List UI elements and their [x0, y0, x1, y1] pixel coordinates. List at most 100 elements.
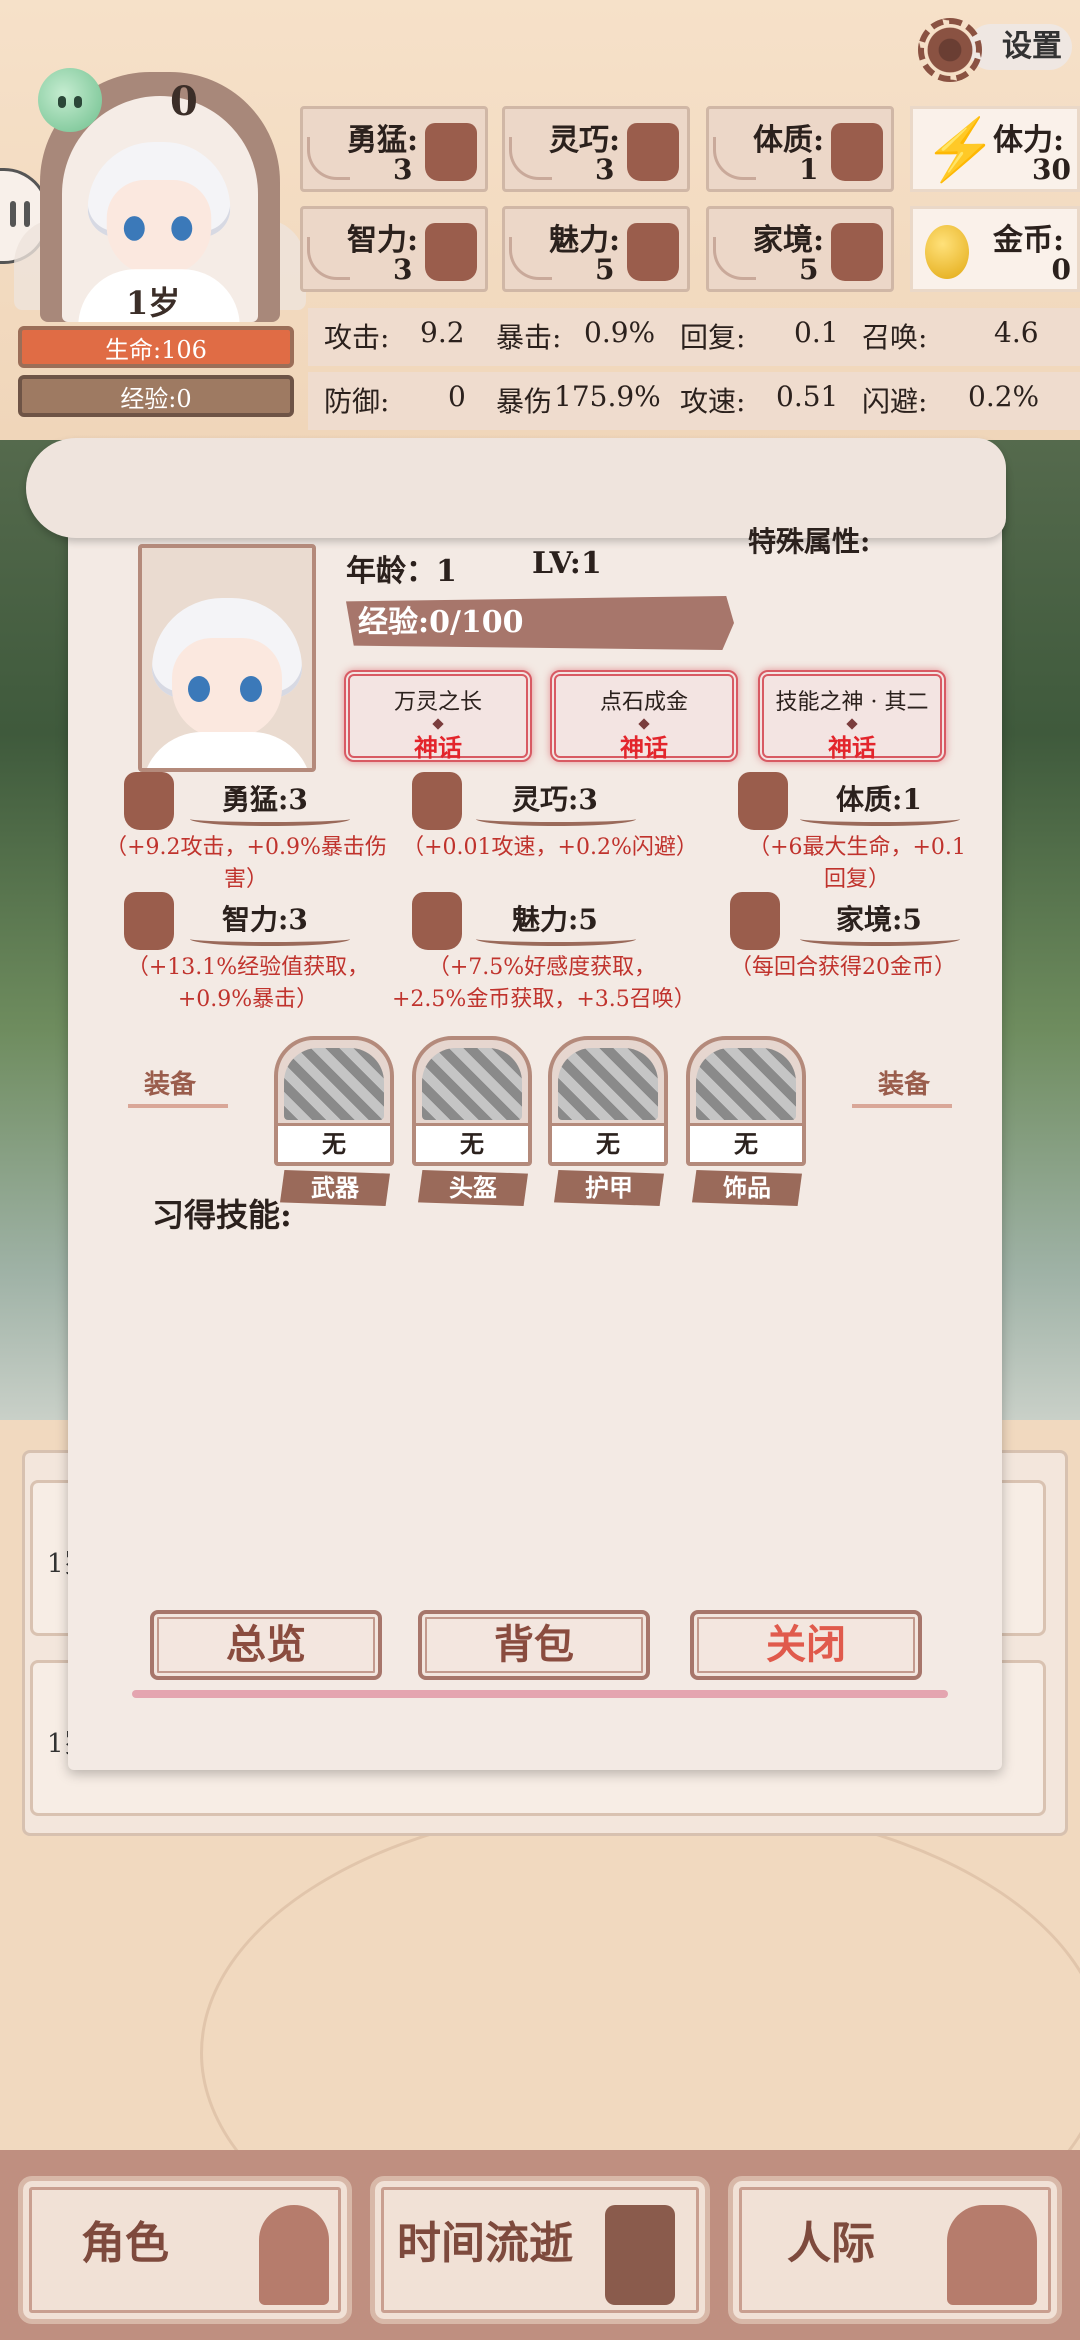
combat-stats-row: 攻击: 9.2 暴击: 0.9% 回复: 0.1 召唤: 4.6 [308, 308, 1080, 366]
talent-card[interactable]: 万灵之长 神话 [344, 670, 532, 762]
stat-value: 1 [799, 153, 819, 186]
flower-icon [627, 223, 679, 281]
attribute-underline [800, 812, 960, 826]
stat-card-constitution[interactable]: 体质: 1 [706, 106, 894, 192]
combat-value: 175.9% [554, 380, 661, 413]
attribute-description: （+9.2攻击，+0.9%暴击伤害） [105, 835, 387, 892]
slot-item: 无 [278, 1123, 390, 1162]
spirit-pet-icon[interactable] [38, 68, 102, 132]
empty-slot-icon [696, 1048, 796, 1120]
attribute-underline [476, 932, 636, 946]
level-number: 0 [170, 78, 198, 125]
combat-value: 0.9% [584, 316, 656, 349]
gear-icon [918, 18, 982, 82]
character-level: LV:1 [532, 546, 602, 581]
nav-time-label: 时间流逝 [397, 2218, 573, 2269]
special-attributes-label: 特殊属性: [748, 525, 871, 558]
pause-bar-icon [24, 201, 30, 227]
coin-stack-icon [831, 223, 883, 281]
stat-value: 5 [595, 253, 615, 286]
stat-value: 3 [393, 253, 413, 286]
combat-value: 9.2 [420, 316, 465, 349]
stamina-card[interactable]: ⚡ 体力: 30 [910, 106, 1080, 192]
combat-label: 召唤: [862, 321, 928, 354]
combat-value: 0.1 [794, 316, 839, 349]
attribute-underline [190, 932, 350, 946]
character-bust-icon [259, 2205, 329, 2305]
stamina-value: 30 [1032, 153, 1071, 186]
stat-value: 5 [799, 253, 819, 286]
gold-card[interactable]: 金币: 0 [910, 206, 1080, 292]
hp-bar: 生命:106 [18, 326, 294, 368]
combat-label: 闪避: [862, 385, 928, 418]
nav-social-label: 人际 [787, 2218, 875, 2269]
attribute-description: （+6最大生命，+0.1回复） [748, 835, 966, 892]
combat-stats-row: 防御: 0 暴伤 175.9% 攻速: 0.51 闪避: 0.2% [308, 372, 1080, 430]
attribute-description: （每回合获得20金币） [730, 955, 956, 980]
combat-label: 攻速: [680, 385, 746, 418]
equipment-slot-armor[interactable]: 无 [548, 1036, 668, 1166]
nav-time-button[interactable]: 时间流逝 [370, 2176, 710, 2324]
settings-label: 设置 [968, 24, 1072, 70]
empty-slot-icon [558, 1048, 658, 1120]
talent-card[interactable]: 点石成金 神话 [550, 670, 738, 762]
fist-icon [124, 772, 174, 830]
empty-slot-icon [284, 1048, 384, 1120]
empty-slot-icon [422, 1048, 522, 1120]
exp-progress-banner: 经验:0/100 [346, 596, 734, 650]
stat-card-intellect[interactable]: 智力: 3 [300, 206, 488, 292]
equipment-label-right: 装备 [878, 1070, 931, 1100]
combat-label: 暴伤 [496, 385, 553, 418]
combat-label: 攻击: [324, 321, 390, 354]
talent-card[interactable]: 技能之神 · 其二 神话 [758, 670, 946, 762]
talent-name: 点石成金 [599, 690, 688, 715]
slot-label: 头盔 [418, 1170, 528, 1206]
equipment-slot-accessory[interactable]: 无 [686, 1036, 806, 1166]
cloak-icon [627, 123, 679, 181]
arrow-ornament [128, 1104, 228, 1108]
combat-value: 4.6 [994, 316, 1039, 349]
bag-button[interactable]: 背包 [418, 1610, 650, 1680]
combat-value: 0.2% [968, 380, 1040, 413]
pause-bar-icon [10, 201, 16, 227]
attribute-underline [476, 812, 636, 826]
age-label: 1岁 [126, 284, 181, 322]
fist-icon [425, 123, 477, 181]
stat-card-bravery[interactable]: 勇猛: 3 [300, 106, 488, 192]
attribute-underline [190, 812, 350, 826]
attribute-description: （+13.1%经验值获取，+0.9%暴击） [126, 955, 370, 1012]
combat-label: 防御: [324, 385, 390, 418]
gold-value: 0 [1051, 253, 1071, 286]
talent-name: 技能之神 · 其二 [775, 690, 929, 715]
combat-label: 暴击: [496, 321, 562, 354]
character-age: 年龄：1 [346, 554, 457, 589]
combat-value: 0 [448, 380, 466, 413]
brain-icon [425, 223, 477, 281]
arm-icon [738, 772, 788, 830]
nav-social-button[interactable]: 人际 [728, 2176, 1062, 2324]
talent-name: 万灵之长 [393, 690, 482, 715]
overview-button[interactable]: 总览 [150, 1610, 382, 1680]
exp-label: 经验:0 [120, 384, 192, 413]
slot-item: 无 [552, 1123, 664, 1162]
talent-rank: 神话 [828, 733, 876, 762]
exp-progress-text: 经验:0/100 [358, 605, 524, 640]
slot-label: 护甲 [554, 1170, 664, 1206]
slot-label: 饰品 [692, 1170, 802, 1206]
stat-card-charm[interactable]: 魅力: 5 [502, 206, 690, 292]
close-button[interactable]: 关闭 [690, 1610, 922, 1680]
combat-value: 0.51 [776, 380, 839, 413]
nav-role-label: 角色 [81, 2218, 169, 2269]
stat-value: 3 [393, 153, 413, 186]
talent-rank: 神话 [414, 733, 462, 762]
equipment-slot-helmet[interactable]: 无 [412, 1036, 532, 1166]
nav-role-button[interactable]: 角色 [18, 2176, 352, 2324]
floral-divider [132, 1690, 948, 1698]
lightning-icon: ⚡ [923, 115, 998, 185]
settings-button[interactable]: 设置 [918, 18, 1078, 82]
exp-bar: 经验:0 [18, 375, 294, 417]
stat-card-family[interactable]: 家境: 5 [706, 206, 894, 292]
people-icon [947, 2205, 1037, 2305]
equipment-slot-weapon[interactable]: 无 [274, 1036, 394, 1166]
stat-card-agility[interactable]: 灵巧: 3 [502, 106, 690, 192]
